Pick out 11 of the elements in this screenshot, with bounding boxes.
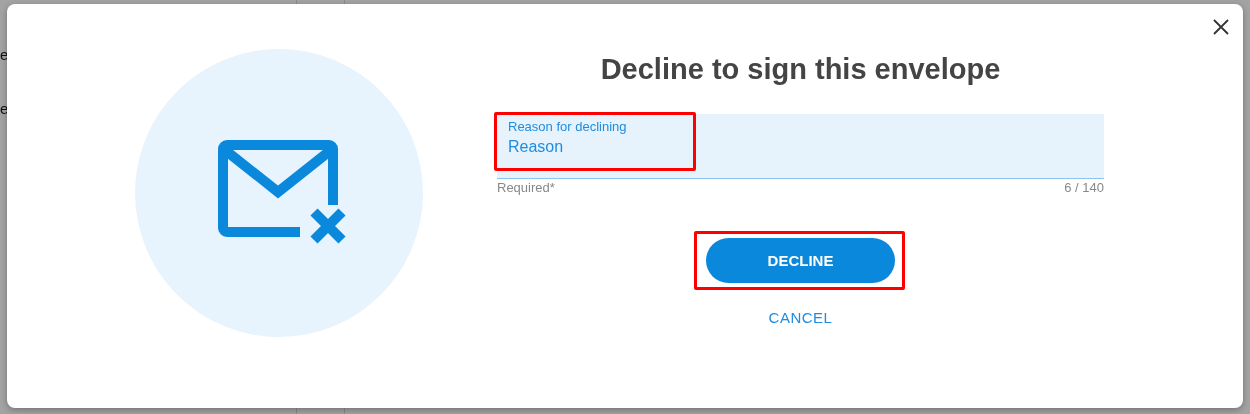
decline-button[interactable]: DECLINE xyxy=(706,238,895,283)
field-label: Reason for declining xyxy=(508,119,628,135)
dialog-title: Decline to sign this envelope xyxy=(599,52,1002,87)
field-value: Reason xyxy=(508,137,565,157)
cancel-button[interactable]: CANCEL xyxy=(762,307,839,328)
character-counter: 6 / 140 xyxy=(1064,180,1104,196)
background-text: e xyxy=(0,46,10,64)
background-text: e xyxy=(0,100,10,118)
close-icon[interactable] xyxy=(1213,19,1229,35)
helper-text: Required* xyxy=(497,180,555,196)
reason-field[interactable]: Reason for declining Reason xyxy=(497,114,1104,179)
